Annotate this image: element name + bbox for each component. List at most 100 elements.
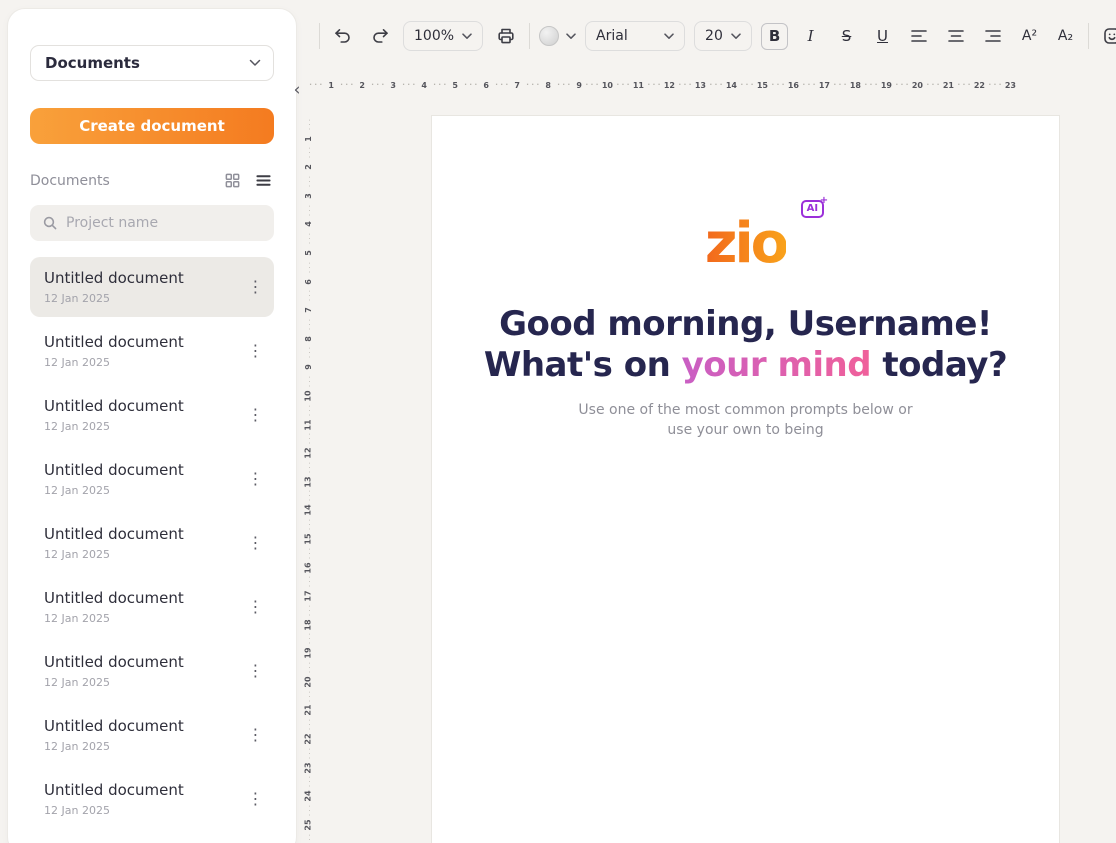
document-title: Untitled document [44,589,184,607]
sidebar-collapse-button[interactable]: ‹ [287,78,307,102]
subtitle-line1: Use one of the most common prompts below… [578,400,912,420]
ruler-mark: 15 [737,78,768,92]
align-right-button[interactable] [979,22,1007,50]
kebab-menu-icon[interactable]: ⋮ [242,279,268,295]
toolbar-divider [1088,23,1089,49]
kebab-menu-icon[interactable]: ⋮ [242,663,268,679]
print-button[interactable] [492,22,520,50]
document-title: Untitled document [44,525,184,543]
document-date: 12 Jan 2025 [44,804,184,817]
underline-button[interactable]: U [869,23,896,50]
subtitle-line2: use your own to being [578,420,912,440]
ruler-mark: 21 [301,687,317,716]
align-left-button[interactable] [905,22,933,50]
zoom-select[interactable]: 100% [403,21,483,51]
ruler-mark: 7 [301,287,317,316]
font-family-select[interactable]: Arial [585,21,685,51]
ruler-mark: 9 [551,78,582,92]
ruler-mark: 15 [301,515,317,544]
greeting-highlight: your mind [682,345,871,385]
color-picker[interactable] [539,26,576,46]
font-size-select[interactable]: 20 [694,21,752,51]
ruler-mark: 11 [301,401,317,430]
list-view-button[interactable] [253,170,274,191]
kebab-menu-icon[interactable]: ⋮ [242,343,268,359]
kebab-menu-icon[interactable]: ⋮ [242,471,268,487]
ruler-mark: 20 [301,658,317,687]
ruler-mark: 7 [489,78,520,92]
document-date: 12 Jan 2025 [44,484,184,497]
ruler-mark: 24 [301,773,317,802]
bold-button[interactable]: B [761,23,788,50]
documents-section-label: Documents [30,173,110,189]
ruler-mark: 6 [458,78,489,92]
subscript-button[interactable]: A₂ [1052,23,1079,50]
list-item[interactable]: Untitled document 12 Jan 2025 ⋮ [30,705,274,765]
ruler-mark: 12 [644,78,675,92]
chevron-down-icon [462,33,472,40]
kebab-menu-icon[interactable]: ⋮ [242,727,268,743]
kebab-menu-icon[interactable]: ⋮ [242,407,268,423]
emoji-button[interactable] [1098,22,1116,50]
ruler-mark: 10 [582,78,613,92]
greeting-line2-prefix: What's on [484,345,682,385]
ruler-mark: 8 [301,315,317,344]
list-item[interactable]: Untitled document 12 Jan 2025 ⋮ [30,257,274,317]
ruler-mark: 10 [301,372,317,401]
list-view-icon [255,172,272,189]
ruler-mark: 22 [954,78,985,92]
list-item[interactable]: Untitled document 12 Jan 2025 ⋮ [30,641,274,701]
redo-button[interactable] [366,22,394,50]
documents-dropdown[interactable]: Documents [30,45,274,81]
ruler-mark: 16 [768,78,799,92]
kebab-menu-icon[interactable]: ⋮ [242,535,268,551]
list-item[interactable]: Untitled document 12 Jan 2025 ⋮ [30,769,274,829]
toolbar-divider [319,23,320,49]
kebab-menu-icon[interactable]: ⋮ [242,599,268,615]
create-document-button[interactable]: Create document [30,108,274,144]
document-date: 12 Jan 2025 [44,356,184,369]
toolbar: 100% Arial 20 B I S U [297,0,1116,72]
ruler-mark: 4 [301,201,317,230]
align-center-button[interactable] [942,22,970,50]
align-center-icon [946,26,966,46]
list-item[interactable]: Untitled document 12 Jan 2025 ⋮ [30,385,274,445]
ruler-mark: 19 [301,630,317,659]
undo-button[interactable] [329,22,357,50]
ruler-mark: 9 [301,344,317,373]
document-title: Untitled document [44,653,184,671]
list-item[interactable]: Untitled document 12 Jan 2025 ⋮ [30,449,274,509]
list-item[interactable]: Untitled document 12 Jan 2025 ⋮ [30,321,274,381]
logo: zio AI + [705,216,786,272]
search-input[interactable] [66,215,262,231]
ai-badge: AI + [801,200,824,218]
ruler-mark: 21 [923,78,954,92]
align-left-icon [909,26,929,46]
ruler-vertical: 1234567891011121314151617181920212223242… [301,115,317,843]
ruler-mark: 13 [675,78,706,92]
grid-view-icon [224,172,241,189]
document-date: 12 Jan 2025 [44,292,184,305]
greeting-line2-suffix: today? [871,345,1007,385]
document-date: 12 Jan 2025 [44,548,184,561]
ruler-mark: 18 [301,601,317,630]
document-date: 12 Jan 2025 [44,676,184,689]
italic-button[interactable]: I [797,23,824,50]
greeting-line2: What's on your mind today? [484,345,1007,386]
grid-view-button[interactable] [222,170,243,191]
document-page[interactable]: zio AI + Good morning, Username! What's … [431,115,1060,843]
ruler-mark: 18 [830,78,861,92]
chevron-down-icon [249,59,261,67]
document-title: Untitled document [44,781,184,799]
ruler-mark: 25 [301,801,317,830]
documents-dropdown-label: Documents [45,54,140,72]
list-item[interactable]: Untitled document 12 Jan 2025 ⋮ [30,513,274,573]
superscript-button[interactable]: A² [1016,23,1043,50]
editor-main: 100% Arial 20 B I S U [297,0,1116,843]
ruler-mark: 1 [301,115,317,144]
strikethrough-button[interactable]: S [833,23,860,50]
ruler-mark: 13 [301,458,317,487]
kebab-menu-icon[interactable]: ⋮ [242,791,268,807]
list-item[interactable]: Untitled document 12 Jan 2025 ⋮ [30,577,274,637]
ruler-mark: 1 [303,78,334,92]
